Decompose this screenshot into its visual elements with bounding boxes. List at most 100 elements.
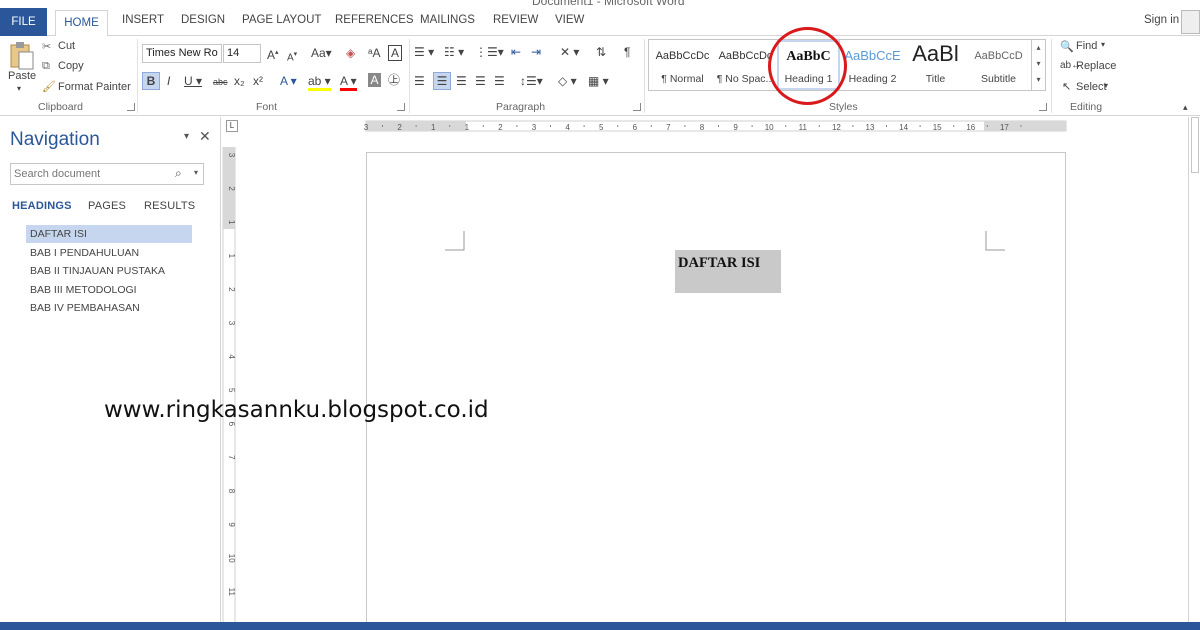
italic-icon[interactable]: I bbox=[167, 74, 170, 88]
styles-scroll[interactable]: ▴ ▾ ▾ bbox=[1031, 40, 1045, 90]
document-heading[interactable]: DAFTAR ISI bbox=[675, 250, 781, 293]
chevron-down-icon[interactable]: ▾ bbox=[1101, 40, 1105, 49]
pane-options-icon[interactable]: ▾ bbox=[184, 131, 189, 142]
find-button[interactable]: Find bbox=[1076, 40, 1097, 52]
font-launcher-icon[interactable] bbox=[397, 103, 405, 111]
search-icon[interactable]: ⌕ bbox=[175, 166, 182, 181]
ruler-tick-label: 1 bbox=[227, 254, 236, 259]
style-title[interactable]: AaBl Title bbox=[904, 40, 967, 90]
tab-page-layout[interactable]: PAGE LAYOUT bbox=[242, 14, 321, 26]
underline-icon[interactable]: U ▾ bbox=[184, 74, 202, 88]
ruler-tick-label: 16 bbox=[966, 123, 975, 132]
ruler-tick bbox=[617, 125, 619, 127]
tab-view[interactable]: VIEW bbox=[555, 14, 584, 26]
styles-launcher-icon[interactable] bbox=[1039, 103, 1047, 111]
clipboard-launcher-icon[interactable] bbox=[127, 103, 135, 111]
align-center-icon[interactable]: ☰ bbox=[433, 72, 451, 90]
tab-design[interactable]: DESIGN bbox=[181, 14, 225, 26]
enclose-characters-icon[interactable]: ㊤ bbox=[388, 73, 400, 87]
ruler-tick bbox=[1020, 125, 1022, 127]
chevron-down-icon[interactable]: ▾ bbox=[17, 84, 21, 93]
tab-mailings[interactable]: MAILINGS bbox=[420, 14, 475, 26]
replace-button[interactable]: Replace bbox=[1076, 60, 1116, 72]
tab-home[interactable]: HOME bbox=[55, 10, 108, 37]
avatar[interactable] bbox=[1181, 10, 1200, 34]
shrink-font-icon[interactable]: A▾ bbox=[287, 48, 297, 65]
borders-icon[interactable]: ▦ ▾ bbox=[588, 74, 609, 88]
strikethrough-icon[interactable]: abc bbox=[213, 75, 228, 89]
tab-results[interactable]: RESULTS bbox=[144, 200, 195, 212]
tab-references[interactable]: REFERENCES bbox=[335, 14, 414, 26]
collapse-ribbon-icon[interactable]: ▴ bbox=[1183, 102, 1188, 113]
distributed-icon[interactable]: ☰ bbox=[494, 74, 505, 88]
font-color-icon[interactable]: A ▾ bbox=[340, 74, 357, 91]
align-left-icon[interactable]: ☰ bbox=[414, 74, 425, 88]
nav-heading-item[interactable]: BAB I PENDAHULUAN bbox=[26, 244, 192, 262]
watermark-text: www.ringkasannku.blogspot.co.id bbox=[104, 397, 489, 423]
select-button[interactable]: Select bbox=[1076, 81, 1107, 93]
character-border-icon[interactable]: A bbox=[388, 45, 402, 61]
tab-file[interactable]: FILE bbox=[0, 8, 47, 36]
chevron-down-icon[interactable]: ▾ bbox=[194, 168, 198, 177]
style-preview: AaBbCcD bbox=[974, 50, 1023, 62]
paste-button[interactable]: Paste bbox=[8, 70, 36, 82]
bullets-icon[interactable]: ☰ ▾ bbox=[414, 45, 434, 59]
style-heading-2[interactable]: AaBbCcE Heading 2 bbox=[841, 40, 904, 90]
increase-indent-icon[interactable]: ⇥ bbox=[531, 45, 541, 59]
tab-pages[interactable]: PAGES bbox=[88, 200, 126, 212]
grow-font-icon[interactable]: A▴ bbox=[267, 46, 279, 62]
vertical-scrollbar[interactable] bbox=[1188, 117, 1200, 622]
format-painter-button[interactable]: Format Painter bbox=[58, 81, 131, 93]
chevron-down-icon[interactable]: ▾ bbox=[1104, 81, 1108, 90]
shading-icon[interactable]: ◇ ▾ bbox=[558, 74, 577, 88]
nav-heading-item[interactable]: BAB III METODOLOGI bbox=[26, 281, 192, 299]
nav-heading-item[interactable]: BAB IV PEMBAHASAN bbox=[26, 299, 192, 317]
text-effects-icon[interactable]: A ▾ bbox=[280, 74, 297, 88]
ruler-tick-label: 1 bbox=[431, 123, 436, 132]
nav-heading-item[interactable]: BAB II TINJAUAN PUSTAKA bbox=[26, 262, 192, 280]
character-shading-icon[interactable]: A bbox=[368, 73, 381, 87]
superscript-icon[interactable]: x² bbox=[253, 74, 263, 88]
tab-review[interactable]: REVIEW bbox=[493, 14, 538, 26]
decrease-indent-icon[interactable]: ⇤ bbox=[511, 45, 521, 59]
highlight-icon[interactable]: ab ▾ bbox=[308, 74, 331, 91]
bold-icon[interactable]: B bbox=[142, 72, 160, 90]
sign-in-link[interactable]: Sign in bbox=[1144, 14, 1179, 26]
style-normal[interactable]: AaBbCcDc ¶ Normal bbox=[651, 40, 714, 90]
scrollbar-thumb[interactable] bbox=[1191, 117, 1199, 173]
ruler-tick-label: 2 bbox=[227, 186, 236, 191]
tab-headings[interactable]: HEADINGS bbox=[12, 200, 72, 212]
ruler-tick-label: 10 bbox=[227, 554, 236, 563]
sort-icon[interactable]: ⇅ bbox=[596, 45, 606, 59]
crop-mark bbox=[445, 231, 465, 251]
align-right-icon[interactable]: ☰ bbox=[456, 74, 467, 88]
asian-layout-icon[interactable]: ✕ ▾ bbox=[560, 45, 579, 59]
horizontal-ruler[interactable]: 3 2 1 1 2 3 4 5 6 7 8 9 10 11 12 13 14 15 16 17 bbox=[232, 120, 1067, 132]
style-subtitle[interactable]: AaBbCcD Subtitle bbox=[967, 40, 1030, 90]
multilevel-list-icon[interactable]: ⋮☰▾ bbox=[475, 45, 504, 59]
phonetic-guide-icon[interactable]: ᵃA bbox=[368, 46, 380, 60]
paste-icon[interactable] bbox=[7, 42, 35, 72]
paragraph-launcher-icon[interactable] bbox=[633, 103, 641, 111]
font-family-select[interactable]: Times New Ro bbox=[142, 44, 222, 63]
vertical-ruler[interactable]: 3211234567891011 bbox=[222, 147, 236, 627]
subscript-icon[interactable]: x₂ bbox=[234, 74, 245, 88]
font-size-select[interactable]: 14 bbox=[223, 44, 261, 63]
style-preview: AaBl bbox=[912, 41, 959, 66]
cut-button[interactable]: Cut bbox=[58, 40, 75, 52]
numbering-icon[interactable]: ☷ ▾ bbox=[444, 45, 464, 59]
copy-button[interactable]: Copy bbox=[58, 60, 84, 72]
justify-icon[interactable]: ☰ bbox=[475, 74, 486, 88]
line-spacing-icon[interactable]: ↕☰▾ bbox=[520, 74, 543, 88]
close-icon[interactable]: ✕ bbox=[199, 128, 211, 145]
ribbon: Paste ▾ ✂ Cut ⧉ Copy 🖌 Format Painter Cl… bbox=[0, 36, 1200, 116]
nav-heading-item[interactable]: DAFTAR ISI bbox=[26, 225, 192, 243]
editing-group-label: Editing bbox=[1070, 101, 1103, 113]
ruler-tick bbox=[852, 125, 854, 127]
tab-insert[interactable]: INSERT bbox=[122, 14, 164, 26]
document-page[interactable]: DAFTAR ISI bbox=[366, 152, 1066, 630]
show-marks-icon[interactable]: ¶ bbox=[624, 45, 630, 59]
change-case-icon[interactable]: Aa▾ bbox=[311, 46, 332, 60]
navigation-pane: Navigation ▾ ✕ Search document ⌕ ▾ HEADI… bbox=[0, 117, 221, 622]
clear-format-icon[interactable]: ◈ bbox=[346, 46, 355, 60]
